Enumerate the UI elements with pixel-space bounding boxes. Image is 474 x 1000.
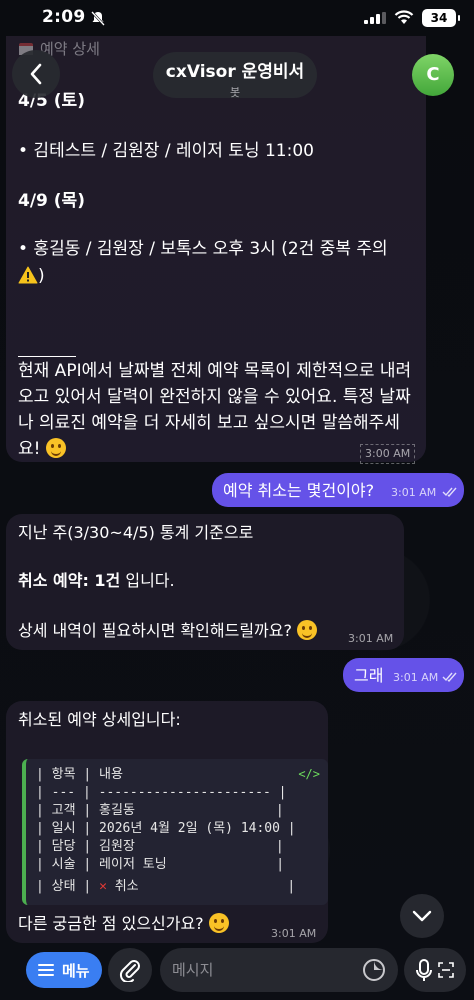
message-text: 상세 내역이 필요하시면 확인해드릴까요?: [18, 618, 318, 644]
status-bar: 2:09 34: [0, 0, 474, 36]
code-line: | 시술 | 레이저 토닝 |: [36, 857, 285, 872]
code-line-part: | 상태 |: [36, 879, 100, 894]
divider: [18, 356, 76, 357]
status-time: 2:09: [42, 7, 86, 27]
message-text: 취소 예약: 1건 입니다.: [18, 568, 175, 594]
back-arrow-icon: [30, 63, 42, 85]
chat-subtitle: 봇: [229, 86, 241, 99]
message-text: 현재 API에서 날짜별 전체 예약 목록이 제한적으로 내려: [18, 361, 412, 381]
microphone-icon: [416, 959, 432, 981]
message-text-part: 다른 궁금한 점 있으신가요?: [18, 914, 204, 933]
chevron-down-icon: [412, 910, 432, 922]
message-time: 3:01 AM: [348, 632, 394, 645]
message-text-bold: 취소 예약: 1건: [18, 571, 121, 590]
battery-indicator: 34: [422, 9, 460, 27]
message-text-part: • 홍길동 / 김원장 / 보톡스 오후 3시 (2건 중복 주의: [18, 239, 388, 259]
message-text: 지난 주(3/30~4/5) 통계 기준으로: [18, 523, 254, 542]
code-line-part: 취소: [106, 879, 139, 894]
double-check-icon: [442, 487, 457, 497]
user-message: 그래 3:01 AM: [343, 658, 464, 692]
code-block[interactable]: </> | 항목 | 내용 | --- | ------------------…: [22, 759, 328, 905]
smile-emoji-icon: [45, 438, 66, 458]
message-text: 나 의료진 예약을 더 자세히 보고 싶으시면 말씀해주세: [18, 413, 400, 433]
smile-emoji-icon: [208, 913, 229, 933]
code-line-part: |: [138, 879, 296, 894]
menu-button[interactable]: 메뉴: [26, 952, 102, 988]
code-icon[interactable]: </>: [298, 765, 320, 784]
message-text: • 김테스트 / 김원장 / 레이저 토닝 11:00: [18, 141, 314, 161]
message-text: 요!: [18, 436, 66, 463]
message-time: 3:01 AM: [393, 671, 439, 684]
message-text: 다른 궁금한 점 있으신가요?: [18, 911, 229, 937]
chat-title[interactable]: cxVisor 운영비서 봇: [153, 52, 317, 99]
menu-icon: [38, 964, 54, 976]
sticker-icon[interactable]: [362, 958, 386, 982]
message-text: 그래: [354, 666, 384, 685]
chat-name: cxVisor 운영비서: [165, 62, 305, 82]
message-text: • 홍길동 / 김원장 / 보톡스 오후 3시 (2건 중복 주의 ): [18, 236, 413, 290]
signal-icon: [364, 12, 386, 24]
bot-message: 지난 주(3/30~4/5) 통계 기준으로 취소 예약: 1건 입니다. 상세…: [6, 514, 404, 650]
menu-label: 메뉴: [62, 962, 90, 980]
bell-slash-icon: [91, 11, 105, 26]
text-scan-icon: [438, 962, 454, 978]
input-bar: 메뉴: [0, 940, 474, 1000]
message-text: 취소된 예약 상세입니다:: [18, 710, 181, 729]
cross-mark-icon: ✕: [99, 879, 107, 894]
mic-button[interactable]: [404, 948, 466, 992]
message-text-part: 입니다.: [120, 571, 175, 590]
message-text: 예약 취소는 몇건이야?: [223, 481, 375, 500]
smile-emoji-icon: [297, 620, 318, 640]
scroll-down-button[interactable]: [400, 894, 444, 938]
avatar[interactable]: C: [412, 54, 454, 96]
code-line: | 상태 | ✕ 취소 |: [36, 877, 295, 898]
message-time: 3:01 AM: [391, 486, 437, 499]
message-time: 3:00 AM: [360, 444, 416, 464]
attach-button[interactable]: [108, 948, 152, 992]
message-text-part: ): [38, 266, 45, 287]
message-text: 오고 있어서 달력이 완전하지 않을 수 있어요. 특정 날짜: [18, 387, 411, 407]
paperclip-icon: [119, 960, 140, 982]
back-button[interactable]: [12, 50, 60, 98]
bot-message: 취소된 예약 상세입니다: </> | 항목 | 내용 | --- | ----…: [6, 701, 328, 943]
double-check-icon: [442, 672, 457, 682]
warning-icon: [18, 266, 38, 284]
user-message: 예약 취소는 몇건이야? 3:01 AM: [212, 473, 464, 507]
message-text-part: 요!: [18, 439, 41, 459]
message-text-part: 상세 내역이 필요하시면 확인해드릴까요?: [18, 621, 292, 640]
wifi-icon: [394, 10, 414, 24]
message-text: 4/9 (목): [18, 191, 85, 211]
